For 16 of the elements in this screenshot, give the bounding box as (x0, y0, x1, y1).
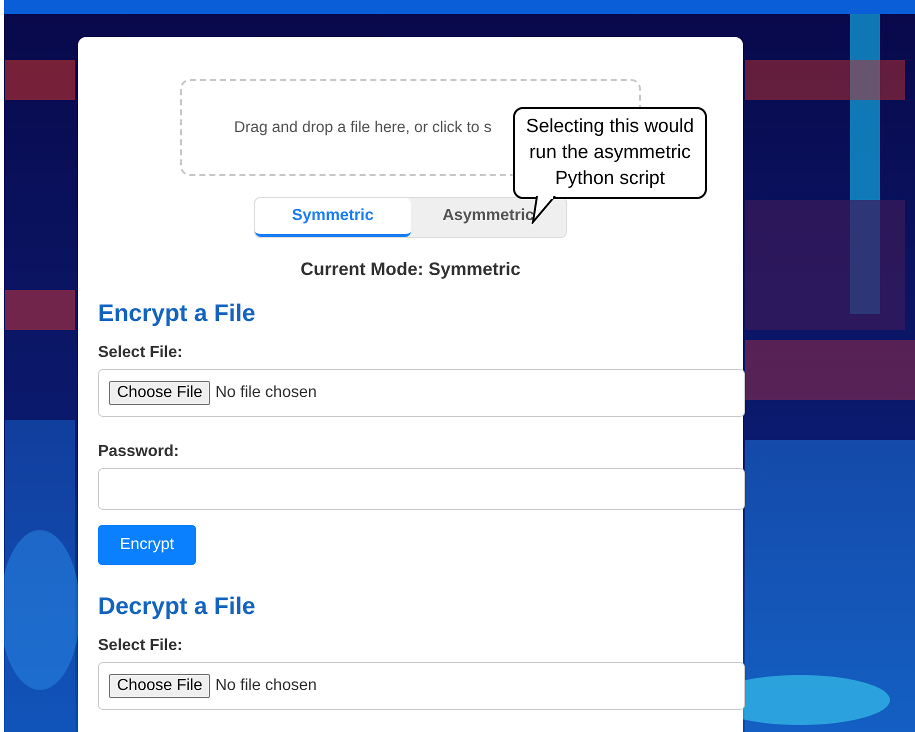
file-input[interactable]: Choose File No file chosen (98, 662, 745, 710)
mode-tab[interactable]: Symmetric (255, 198, 410, 237)
mode-tab[interactable]: Asymmetric (410, 198, 566, 237)
choose-file-button[interactable]: Choose File (109, 381, 210, 405)
file-status-text: No file chosen (215, 384, 317, 402)
current-mode-text: Current Mode: Symmetric (299, 259, 522, 280)
encrypt-button[interactable]: Encrypt (98, 525, 196, 565)
file-input[interactable]: Choose File No file chosen (98, 369, 745, 417)
password-field[interactable] (98, 468, 745, 510)
field-label: Password: (98, 443, 180, 461)
section-heading: Encrypt a File (98, 300, 256, 328)
choose-file-button[interactable]: Choose File (109, 674, 210, 698)
field-label: Select File: (98, 637, 184, 655)
section-heading: Decrypt a File (98, 593, 256, 621)
field-label: Select File: (98, 344, 184, 362)
file-status-text: No file chosen (215, 677, 317, 695)
